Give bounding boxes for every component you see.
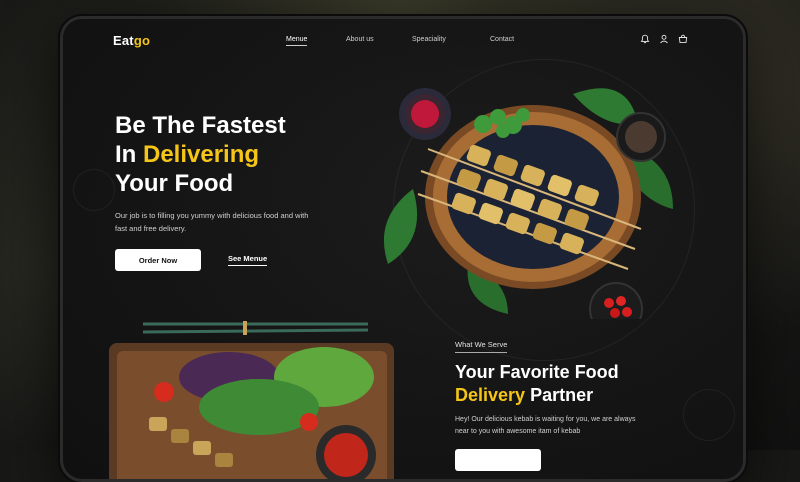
chopsticks-image (143, 321, 369, 335)
hero-title-line: In Delivering (115, 141, 260, 168)
cart-icon[interactable] (678, 34, 688, 44)
see-menue-link[interactable]: See Menue (228, 254, 268, 266)
landing-page: Eatgo Menue About us Speaciality Contact… (63, 19, 743, 479)
bell-icon[interactable] (640, 34, 650, 44)
hero-title-line: Your Food (115, 170, 234, 197)
hero-kebab-plate-image (383, 88, 673, 319)
kebab-board-image (109, 343, 394, 479)
section-label: What We Serve (455, 340, 508, 353)
nav-link-about-us[interactable]: About us (346, 36, 374, 43)
section-title-accent: Delivery (455, 385, 526, 405)
section-title-line: Delivery Partner (455, 385, 594, 405)
order-now-button[interactable]: Order Now (115, 249, 201, 271)
decor-circle (73, 169, 115, 211)
section-cta-button[interactable] (455, 449, 541, 471)
nav-link-contact[interactable]: Contact (490, 36, 514, 43)
top-navigation: Eatgo Menue About us Speaciality Contact (63, 19, 743, 61)
nav-link-speaciality[interactable]: Speaciality (412, 36, 446, 43)
section-title: Your Favorite Food Delivery Partner (455, 361, 619, 407)
decor-circle (683, 389, 735, 441)
user-icon[interactable] (659, 34, 669, 44)
nav-link-menue[interactable]: Menue (286, 36, 308, 46)
brand-logo[interactable]: Eatgo (113, 33, 150, 48)
hero-title-line: Be The Fastest (115, 112, 286, 139)
section-description: Hey! Our delicious kebab is waiting for … (455, 416, 636, 435)
hero-description: Our job is to filling you yummy with del… (115, 211, 309, 233)
section-title-line: Your Favorite Food (455, 362, 619, 382)
device-frame: Eatgo Menue About us Speaciality Contact… (60, 16, 746, 482)
hero-title-accent: Delivering (143, 141, 260, 168)
hero-title: Be The Fastest In Delivering Your Food (115, 111, 286, 198)
